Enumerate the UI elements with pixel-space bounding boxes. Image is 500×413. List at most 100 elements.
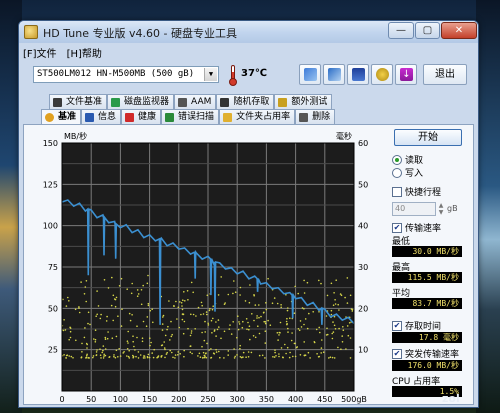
access-time-point [248,328,250,331]
access-time-point [136,325,138,327]
access-time-point [104,354,107,357]
access-time-point [326,294,329,297]
tab-erase[interactable]: 删除 [295,109,336,124]
access-time-point [285,320,288,323]
copy-info-button[interactable] [299,64,321,85]
access-time-checkbox[interactable]: ✔ 存取时间 [392,319,441,332]
access-time-point [174,357,176,359]
save-icon [352,68,365,81]
maximize-button[interactable]: ▢ [415,22,440,39]
menu-help[interactable]: [H]帮助 [67,45,102,60]
access-time-point [204,320,206,323]
access-time-point [334,303,337,305]
access-time-point [140,289,143,291]
access-time-point [347,334,350,337]
access-time-point [174,354,177,356]
access-time-point [237,315,239,317]
tab-error-scan[interactable]: 错误扫描 [161,109,220,124]
access-time-point [128,349,130,352]
download-button[interactable]: ↓ [395,64,417,85]
transfer-rate-checkbox[interactable]: ✔ 传输速率 [392,221,441,234]
access-time-point [223,357,225,359]
access-time-point [199,356,202,358]
access-time-point [318,326,321,329]
spinner-arrows-icon[interactable]: ▲ ▼ [437,202,445,216]
access-time-point [190,332,193,334]
access-time-point [333,292,335,294]
access-time-point [190,281,193,284]
access-time-point [286,323,288,326]
access-time-point [67,296,69,299]
tab-aam[interactable]: AAM [174,94,217,109]
error-scan-icon [165,112,175,122]
access-time-point [340,348,342,350]
y-tick-label-left: 100 [43,222,58,231]
exit-button[interactable]: 退出 [423,64,467,85]
access-time-point [258,354,261,357]
access-time-value: 17.8 毫秒 [392,332,462,343]
access-time-point [278,331,281,334]
tab-file-benchmark[interactable]: 文件基准 [49,94,108,109]
start-button[interactable]: 开始 [394,129,462,146]
access-time-point [147,353,150,356]
write-radio[interactable]: 写入 [392,166,423,179]
menu-file[interactable]: [F]文件 [23,45,57,60]
access-time-point [201,331,203,334]
tab-health[interactable]: 健康 [121,109,162,124]
tab-random-access[interactable]: 随机存取 [216,94,275,109]
access-time-point [223,330,226,333]
access-time-point [299,320,302,322]
access-time-point [230,333,233,335]
access-time-point [278,334,280,336]
access-time-point [304,354,307,356]
options-button[interactable] [371,64,393,85]
access-time-point [177,354,179,356]
access-time-point [337,346,339,349]
access-time-point [279,321,282,324]
access-time-point [126,348,129,350]
access-time-point [248,325,251,327]
minimize-button[interactable]: — [388,22,414,39]
access-time-point [332,331,335,333]
short-stroke-checkbox[interactable]: 快捷行程 [392,185,441,198]
access-time-point [183,355,185,358]
access-time-point [320,347,323,349]
copy-screenshot-button[interactable] [323,64,345,85]
access-time-point [144,357,146,359]
access-time-point [294,285,297,288]
tab-extra-tests[interactable]: 额外测试 [274,94,333,109]
short-stroke-input[interactable]: 40 [392,202,436,216]
chevron-down-icon[interactable]: ▼ [204,68,217,81]
access-time-point [134,349,136,351]
access-time-point [220,276,222,278]
access-time-point [237,328,240,331]
access-time-point [114,305,117,308]
tab-info[interactable]: 信息 [81,109,122,124]
drive-select[interactable]: ST500LM012 HN-M500MB (500 gB) ▼ [33,66,219,83]
access-time-point [96,290,98,292]
access-time-point [65,354,68,357]
close-button[interactable]: ✕ [441,22,477,39]
min-value: 30.0 MB/秒 [392,246,462,257]
access-time-point [284,343,286,346]
access-time-point [87,322,89,325]
access-time-point [264,330,267,332]
access-time-point [282,356,284,358]
tab-folder-usage[interactable]: 文件夹占用率 [219,109,296,124]
access-time-point [141,340,144,343]
access-time-point [212,317,214,320]
title-bar[interactable]: HD Tune 专业版 v4.60 - 硬盘专业工具 — ▢ ✕ [19,21,478,43]
burst-rate-checkbox[interactable]: ✔ 突发传输速率 [392,347,459,360]
access-time-point [301,307,304,309]
access-time-point [117,356,119,358]
x-tick-label: 400 [288,395,303,404]
access-time-point [141,337,144,339]
access-time-point [258,332,261,335]
save-screenshot-button[interactable] [347,64,369,85]
access-time-point [92,356,94,359]
tab-benchmark[interactable]: 基准 [41,109,82,124]
access-time-point [180,302,183,304]
read-radio[interactable]: 读取 [392,153,423,166]
tab-disk-monitor[interactable]: 磁盘监视器 [107,94,175,109]
access-time-point [198,352,201,355]
